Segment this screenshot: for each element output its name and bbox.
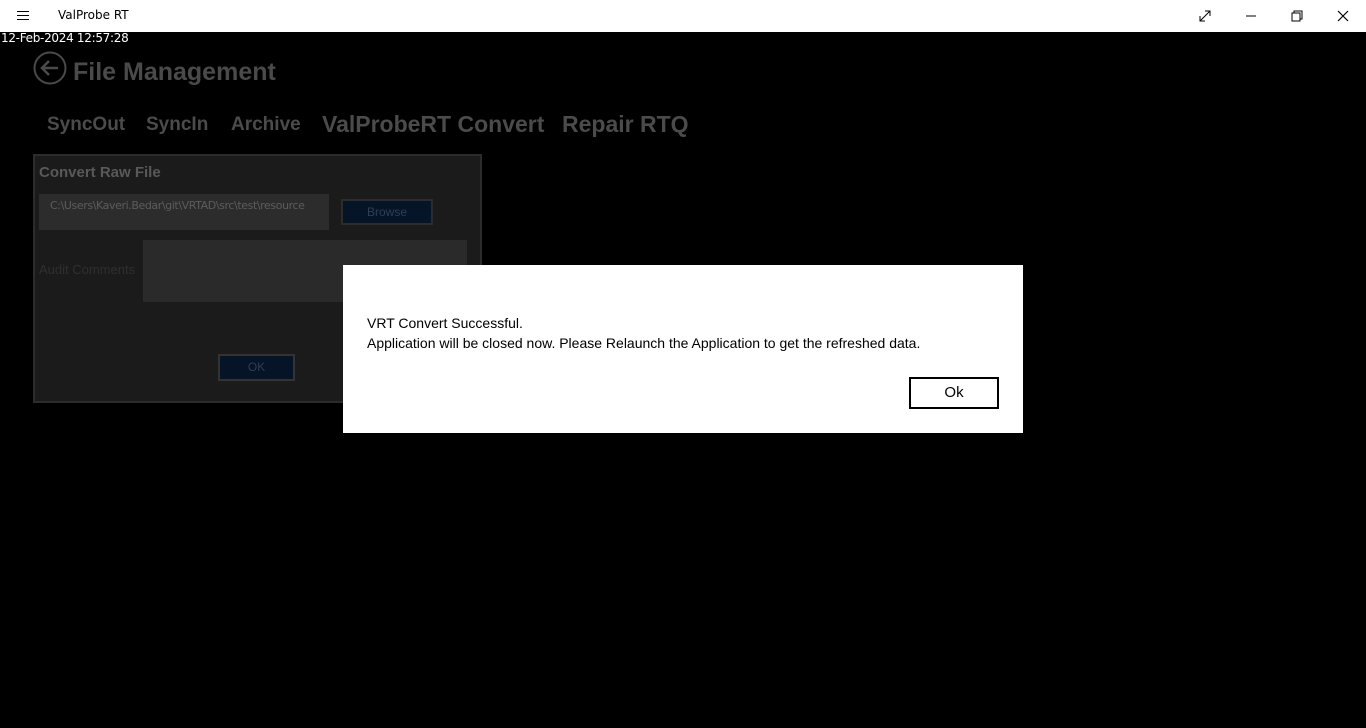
success-dialog: VRT Convert Successful. Application will… [343,265,1023,433]
panel-title: Convert Raw File [39,164,161,181]
tab-syncin[interactable]: SyncIn [146,114,208,136]
ok-button[interactable]: OK [218,354,295,381]
minimize-icon[interactable] [1228,0,1274,32]
file-path-value: C:\Users\Kaveri.Bedar\git\VRTAD\src\test… [50,199,305,212]
dialog-message-title: VRT Convert Successful. [367,315,523,331]
app-title: ValProbe RT [58,8,129,22]
title-bar: ValProbe RT [0,0,1366,32]
audit-comments-label: Audit Comments [39,262,136,277]
tab-archive[interactable]: Archive [231,114,301,136]
page-title: File Management [73,58,276,86]
dialog-ok-button[interactable]: Ok [909,377,999,409]
tab-syncout[interactable]: SyncOut [47,114,125,136]
file-path-field[interactable]: C:\Users\Kaveri.Bedar\git\VRTAD\src\test… [39,194,329,230]
tab-valprobert-convert[interactable]: ValProbeRT Convert [322,111,544,138]
tab-repair-rtq[interactable]: Repair RTQ [562,111,689,138]
close-icon[interactable] [1320,0,1366,32]
dialog-message-body: Application will be closed now. Please R… [367,335,921,351]
restore-icon[interactable] [1274,0,1320,32]
expand-icon[interactable] [1182,0,1228,32]
browse-button[interactable]: Browse [341,199,433,225]
hamburger-menu-icon[interactable] [11,8,35,24]
timestamp: 12-Feb-2024 12:57:28 [1,31,129,45]
back-arrow-icon[interactable] [33,51,67,85]
